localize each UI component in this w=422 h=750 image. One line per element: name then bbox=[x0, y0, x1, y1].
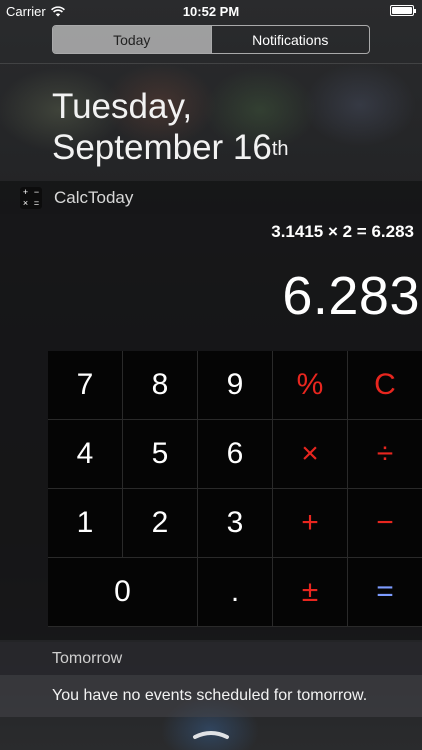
key-7[interactable]: 7 bbox=[48, 351, 123, 420]
status-time: 10:52 PM bbox=[182, 4, 240, 19]
calculator-display: 6.283 bbox=[282, 266, 420, 326]
header-divider bbox=[0, 63, 422, 64]
key-divide[interactable]: ÷ bbox=[348, 420, 422, 489]
pull-up-handle-icon[interactable] bbox=[192, 728, 230, 740]
tomorrow-label: Tomorrow bbox=[52, 649, 123, 667]
status-bar: Carrier 10:52 PM bbox=[0, 0, 422, 22]
key-decimal[interactable]: . bbox=[198, 558, 273, 627]
tab-notifications[interactable]: Notifications bbox=[210, 26, 370, 53]
calculator-expression: 3.1415 × 2 = 6.283 bbox=[271, 222, 414, 241]
key-4[interactable]: 4 bbox=[48, 420, 123, 489]
key-6[interactable]: 6 bbox=[198, 420, 273, 489]
date-month-day: September 16 bbox=[52, 128, 272, 167]
key-2[interactable]: 2 bbox=[123, 489, 198, 558]
calculator-icon-glyph-equals: = bbox=[33, 197, 40, 208]
key-clear[interactable]: C bbox=[348, 351, 422, 420]
key-9[interactable]: 9 bbox=[198, 351, 273, 420]
key-percent[interactable]: % bbox=[273, 351, 348, 420]
today-date: Tuesday, September 16th bbox=[52, 86, 289, 168]
calculator-icon-glyph-minus: − bbox=[33, 186, 40, 197]
no-events-message: You have no events scheduled for tomorro… bbox=[52, 687, 368, 704]
calculator-icon: + − × = bbox=[20, 186, 42, 209]
key-3[interactable]: 3 bbox=[198, 489, 273, 558]
date-month-day-line: September 16th bbox=[52, 127, 289, 168]
key-8[interactable]: 8 bbox=[123, 351, 198, 420]
key-0[interactable]: 0 bbox=[48, 558, 198, 627]
widget-header-calctoday[interactable]: + − × = CalcToday bbox=[0, 181, 422, 214]
tab-today[interactable]: Today bbox=[53, 26, 211, 53]
calculator-icon-glyph-times: × bbox=[22, 197, 29, 208]
tomorrow-events: You have no events scheduled for tomorro… bbox=[0, 675, 422, 717]
key-plus-minus[interactable]: ± bbox=[273, 558, 348, 627]
key-5[interactable]: 5 bbox=[123, 420, 198, 489]
widget-title: CalcToday bbox=[54, 187, 134, 207]
battery-icon bbox=[390, 5, 416, 16]
date-weekday: Tuesday, bbox=[52, 87, 193, 126]
key-plus[interactable]: + bbox=[273, 489, 348, 558]
key-multiply[interactable]: × bbox=[273, 420, 348, 489]
tomorrow-section-header: Tomorrow bbox=[0, 642, 422, 675]
calculator-keypad: 7 8 9% C 4 5 6 × ÷ 1 2 3 + − 0. ± = bbox=[48, 351, 422, 627]
key-minus[interactable]: − bbox=[348, 489, 422, 558]
date-ordinal-suffix: th bbox=[271, 138, 289, 160]
key-1[interactable]: 1 bbox=[48, 489, 123, 558]
key-equals[interactable]: = bbox=[348, 558, 422, 627]
calculator-icon-glyph-plus: + bbox=[22, 186, 29, 197]
view-segmented-control: Today Notifications bbox=[52, 25, 370, 54]
